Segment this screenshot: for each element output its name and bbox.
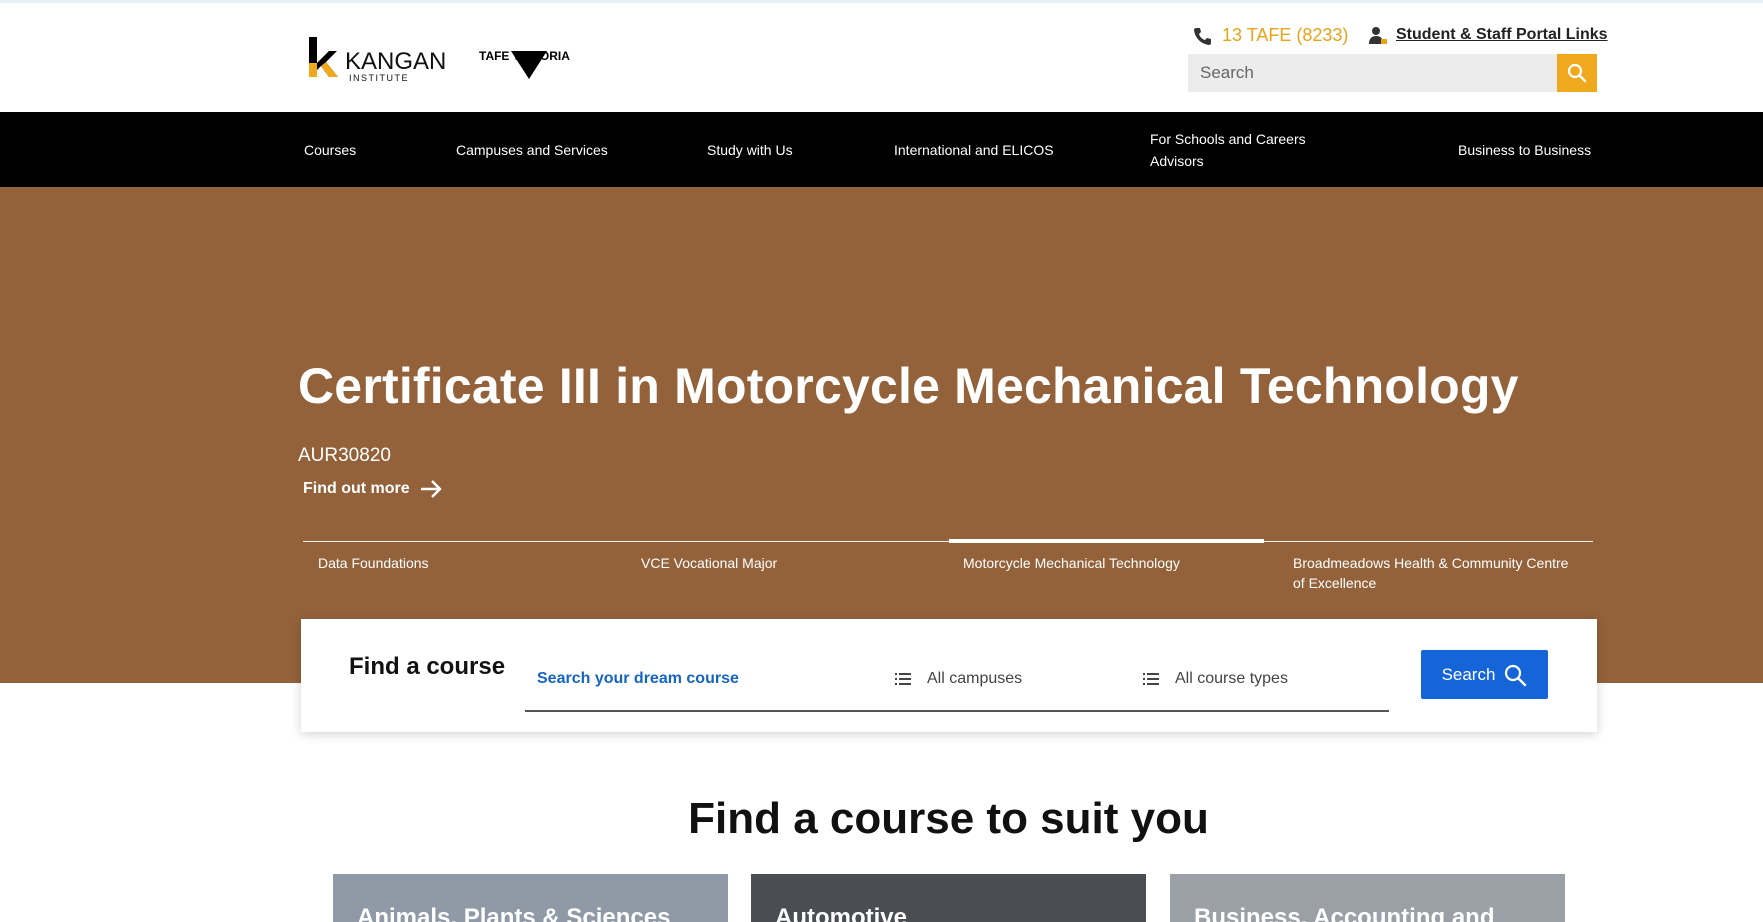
course-card-automotive[interactable]: Automotive bbox=[751, 874, 1146, 922]
tab-motorcycle[interactable]: Motorcycle Mechanical Technology bbox=[963, 553, 1180, 573]
tafe-victoria-logo[interactable]: TAFE VICTORIA bbox=[479, 45, 583, 85]
main-nav: Courses Campuses and Services Study with… bbox=[0, 112, 1763, 187]
course-code: AUR30820 bbox=[298, 445, 391, 466]
tafe-victoria-text: TAFE VICTORIA bbox=[479, 49, 570, 63]
brand-name: KANGAN bbox=[345, 48, 446, 75]
list-icon bbox=[1143, 673, 1159, 685]
portal-links[interactable]: Student & Staff Portal Links bbox=[1368, 25, 1608, 45]
find-course-fields: Search your dream course All campuses Al… bbox=[525, 644, 1389, 712]
nav-item-campuses[interactable]: Campuses and Services bbox=[456, 139, 608, 161]
user-lock-icon bbox=[1369, 27, 1387, 44]
nav-item-courses[interactable]: Courses bbox=[304, 139, 356, 161]
section-title: Find a course to suit you bbox=[688, 794, 1209, 843]
find-course-search-label: Search bbox=[1441, 664, 1496, 684]
find-out-more-link[interactable]: Find out more bbox=[303, 479, 442, 499]
nav-item-international[interactable]: International and ELICOS bbox=[894, 139, 1054, 161]
course-card-animals[interactable]: Animals, Plants & Sciences bbox=[333, 874, 728, 922]
tab-data-foundations[interactable]: Data Foundations bbox=[318, 553, 429, 573]
nav-item-business[interactable]: Business to Business bbox=[1458, 139, 1591, 161]
find-course-label: Find a course bbox=[349, 653, 506, 680]
header-search-input[interactable] bbox=[1188, 54, 1557, 92]
course-type-select-value: All course types bbox=[1175, 670, 1288, 687]
course-card-title: Animals, Plants & Sciences bbox=[357, 904, 671, 922]
find-course-panel: Find a course Search your dream course A… bbox=[301, 619, 1597, 732]
arrow-right-icon bbox=[420, 480, 442, 498]
phone-link[interactable]: 13 TAFE (8233) bbox=[1192, 25, 1348, 46]
hero-title: Certificate III in Motorcycle Mechanical… bbox=[298, 358, 1519, 414]
course-search-input[interactable]: Search your dream course bbox=[537, 670, 739, 688]
course-card-business[interactable]: Business, Accounting and bbox=[1170, 874, 1565, 922]
phone-icon bbox=[1194, 27, 1211, 45]
header-search-button[interactable] bbox=[1557, 54, 1597, 92]
brand-sub: INSTITUTE bbox=[349, 73, 409, 83]
tab-broadmeadows[interactable]: Broadmeadows Health & Community Centre o… bbox=[1293, 553, 1583, 593]
list-icon bbox=[895, 673, 911, 685]
kangan-logo[interactable]: KANGAN INSTITUTE bbox=[307, 33, 457, 85]
portal-link[interactable]: Student & Staff Portal Links bbox=[1396, 26, 1608, 44]
find-course-search-button[interactable]: Search bbox=[1421, 650, 1548, 699]
find-out-more-label: Find out more bbox=[303, 480, 410, 497]
phone-number: 13 TAFE (8233) bbox=[1222, 25, 1349, 45]
campus-select-value: All campuses bbox=[927, 670, 1023, 687]
header-search bbox=[1188, 54, 1597, 92]
active-tab-indicator bbox=[949, 539, 1264, 543]
tab-vce-vocational[interactable]: VCE Vocational Major bbox=[641, 553, 777, 573]
search-icon bbox=[1567, 63, 1587, 83]
site-header: KANGAN INSTITUTE TAFE VICTORIA 13 TAFE (… bbox=[0, 3, 1763, 112]
course-card-title: Automotive bbox=[775, 904, 907, 922]
search-icon bbox=[1505, 664, 1527, 686]
nav-item-study[interactable]: Study with Us bbox=[707, 139, 793, 161]
nav-item-schools[interactable]: For Schools and Careers Advisors bbox=[1150, 128, 1325, 172]
course-card-title: Business, Accounting and bbox=[1194, 904, 1495, 922]
carousel-tabs-divider bbox=[303, 541, 1593, 542]
campus-select[interactable]: All campuses bbox=[895, 670, 1022, 688]
course-type-select[interactable]: All course types bbox=[1143, 670, 1288, 688]
hero-banner: Certificate III in Motorcycle Mechanical… bbox=[0, 187, 1763, 683]
